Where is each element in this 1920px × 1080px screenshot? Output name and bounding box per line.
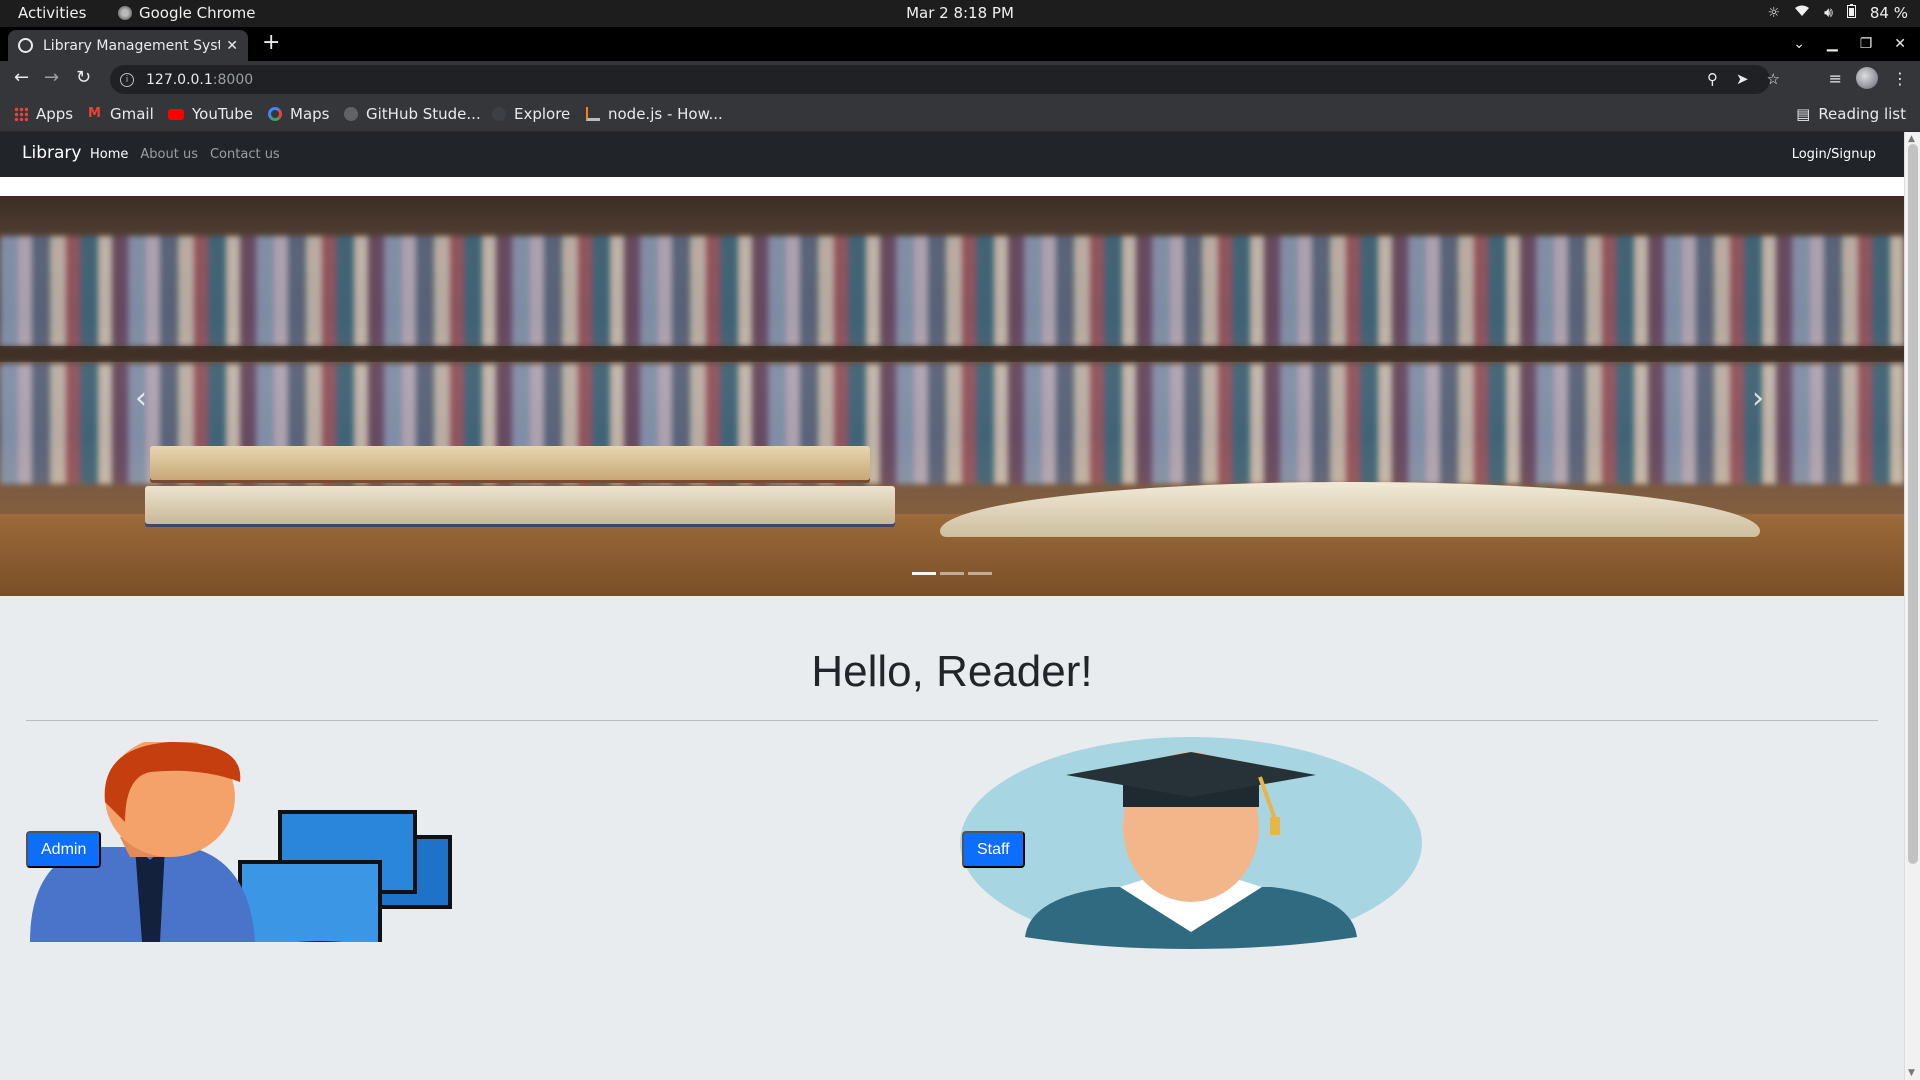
bookmark-label: node.js - How... <box>608 105 723 123</box>
closed-book <box>150 446 870 480</box>
tab-search-icon[interactable]: ⌄ <box>1793 36 1805 52</box>
bookmark-label: YouTube <box>192 105 253 123</box>
window-controls: ⌄ ▁ ❐ ✕ <box>1793 36 1906 52</box>
media-controls-icon[interactable]: ≡ <box>1829 69 1842 88</box>
github-icon <box>344 107 358 121</box>
spacer <box>0 177 1904 196</box>
url-port: :8000 <box>212 71 254 88</box>
divider <box>26 720 1878 721</box>
wifi-icon <box>1794 5 1810 21</box>
nav-links: Home About us Contact us <box>90 147 280 162</box>
zoom-icon[interactable]: ⚲ <box>1707 70 1718 88</box>
forward-icon[interactable]: → <box>44 67 59 88</box>
tassel <box>1270 817 1280 835</box>
shelf-board <box>0 346 1904 362</box>
bookmark-youtube[interactable]: YouTube <box>168 105 253 123</box>
minimize-icon[interactable]: ▁ <box>1827 36 1838 52</box>
chrome-menu-icon[interactable]: ⋮ <box>1892 69 1908 88</box>
bookmark-explore[interactable]: Explore <box>492 105 570 123</box>
bookmark-star-icon[interactable]: ☆ <box>1767 70 1780 88</box>
tab-title: Library Management System <box>43 37 220 54</box>
reading-list-icon: ▤ <box>1796 105 1811 123</box>
bookmark-label: Gmail <box>110 105 154 123</box>
closed-book <box>145 486 895 524</box>
apps-grid-icon <box>14 107 28 121</box>
globe-icon <box>18 38 33 53</box>
send-to-device-icon[interactable]: ➤ <box>1736 70 1749 88</box>
url-host: 127.0.0.1 <box>146 71 213 88</box>
nav-contact[interactable]: Contact us <box>210 147 280 162</box>
site-info-icon[interactable]: i <box>120 72 134 87</box>
google-icon <box>268 107 282 121</box>
bookshelf-row <box>0 236 1904 346</box>
system-tray[interactable]: ☼ 🔊︎ 84 % <box>1767 4 1908 22</box>
scroll-down-icon[interactable]: ▼ <box>1908 1068 1915 1078</box>
hero-carousel[interactable]: ‹ › <box>0 196 1904 596</box>
bookmark-label: Apps <box>36 105 74 123</box>
scrollbar-thumb[interactable] <box>1908 144 1918 864</box>
bookmark-nodejs[interactable]: node.js - How... <box>586 105 723 123</box>
reading-list-label: Reading list <box>1818 105 1906 123</box>
browser-toolbar: ← → ↻ i 127.0.0.1 :8000 ⚲ ➤ ☆ ≡ ⋮ <box>0 61 1920 97</box>
bookmark-maps[interactable]: Maps <box>268 105 329 123</box>
staff-button[interactable]: Staff <box>962 831 1025 868</box>
bookmark-github[interactable]: GitHub Stude... <box>344 105 481 123</box>
site-brand[interactable]: Library <box>22 143 81 163</box>
reload-icon[interactable]: ↻ <box>76 67 91 88</box>
address-bar[interactable]: i 127.0.0.1 :8000 <box>110 65 1770 94</box>
open-book <box>940 482 1760 537</box>
page-viewport: Library Home About us Contact us Login/S… <box>0 132 1904 1080</box>
bookmark-label: GitHub Stude... <box>366 105 481 123</box>
tab-strip: Library Management System ✕ <box>0 27 1920 61</box>
close-tab-icon[interactable]: ✕ <box>226 38 238 54</box>
browser-tab[interactable]: Library Management System ✕ <box>8 30 248 61</box>
admin-button[interactable]: Admin <box>26 831 102 868</box>
nav-home[interactable]: Home <box>90 147 128 162</box>
new-tab-button[interactable]: + <box>262 30 280 55</box>
bookmarks-bar: Apps M Gmail YouTube Maps GitHub Stude..… <box>0 97 1920 132</box>
page-greeting: Hello, Reader! <box>811 647 1093 696</box>
gmail-icon: M <box>88 106 101 121</box>
site-navbar: Library Home About us Contact us Login/S… <box>0 132 1904 177</box>
brightness-icon: ☼ <box>1767 5 1781 21</box>
battery-percent: 84 % <box>1869 4 1908 22</box>
bookmark-label: Explore <box>514 105 571 123</box>
omnibox-actions: ⚲ ➤ ☆ <box>1707 70 1780 88</box>
bookmark-label: Maps <box>290 105 330 123</box>
carousel-indicator[interactable] <box>912 572 936 575</box>
bookmark-gmail[interactable]: M Gmail <box>88 105 154 123</box>
carousel-indicator[interactable] <box>940 572 964 575</box>
carousel-indicators <box>912 572 992 575</box>
maximize-icon[interactable]: ❐ <box>1860 36 1873 52</box>
youtube-icon <box>168 108 184 120</box>
scroll-up-icon[interactable]: ▲ <box>1908 134 1915 144</box>
reading-list-button[interactable]: ▤ Reading list <box>1796 105 1906 123</box>
nav-about[interactable]: About us <box>140 147 198 162</box>
battery-icon <box>1846 4 1856 22</box>
carousel-prev-icon[interactable]: ‹ <box>135 381 147 416</box>
page-scrollbar[interactable]: ▲ ▼ <box>1904 132 1920 1080</box>
carousel-next-icon[interactable]: › <box>1752 381 1764 416</box>
toolbar-right: ≡ ⋮ <box>1829 67 1908 89</box>
carousel-indicator[interactable] <box>968 572 992 575</box>
volume-icon: 🔊︎ <box>1824 5 1833 21</box>
github-icon <box>492 107 506 121</box>
profile-avatar[interactable] <box>1856 67 1878 89</box>
bookmark-apps[interactable]: Apps <box>14 105 73 123</box>
system-top-bar: Activities Google Chrome Mar 2 8:18 PM ☼… <box>0 0 1920 27</box>
staff-illustration <box>960 737 1422 949</box>
back-icon[interactable]: ← <box>14 67 29 88</box>
stackoverflow-icon <box>586 107 600 121</box>
monitor-front <box>238 860 382 942</box>
clock[interactable]: Mar 2 8:18 PM <box>0 4 1920 22</box>
close-window-icon[interactable]: ✕ <box>1894 36 1906 52</box>
login-signup-link[interactable]: Login/Signup <box>1792 147 1876 162</box>
